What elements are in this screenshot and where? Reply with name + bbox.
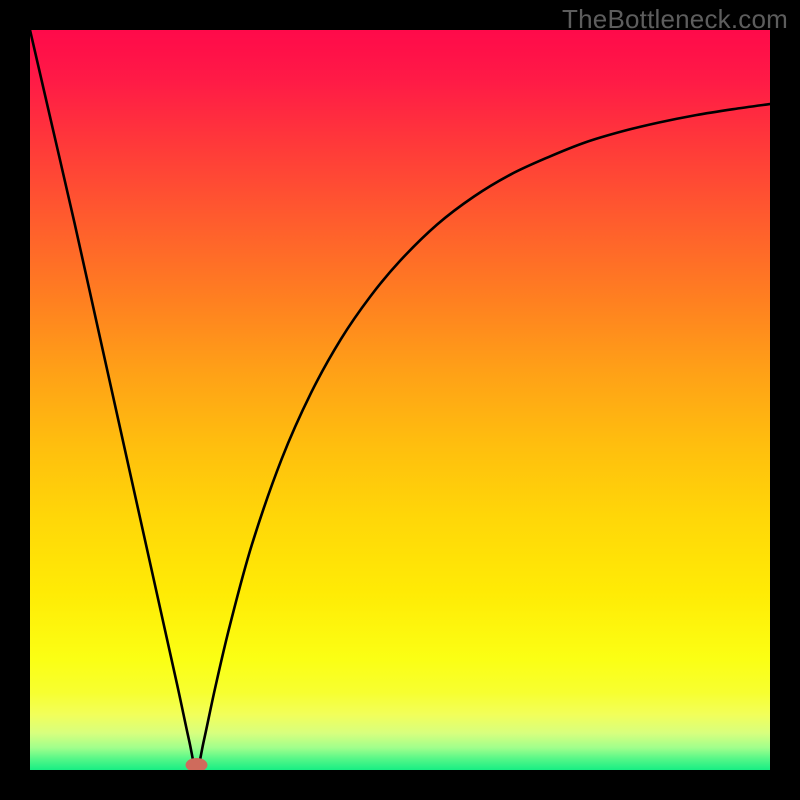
watermark-text: TheBottleneck.com xyxy=(562,4,788,35)
chart-plot-area xyxy=(30,30,770,770)
chart-background-gradient xyxy=(30,30,770,770)
bottleneck-chart-svg xyxy=(30,30,770,770)
